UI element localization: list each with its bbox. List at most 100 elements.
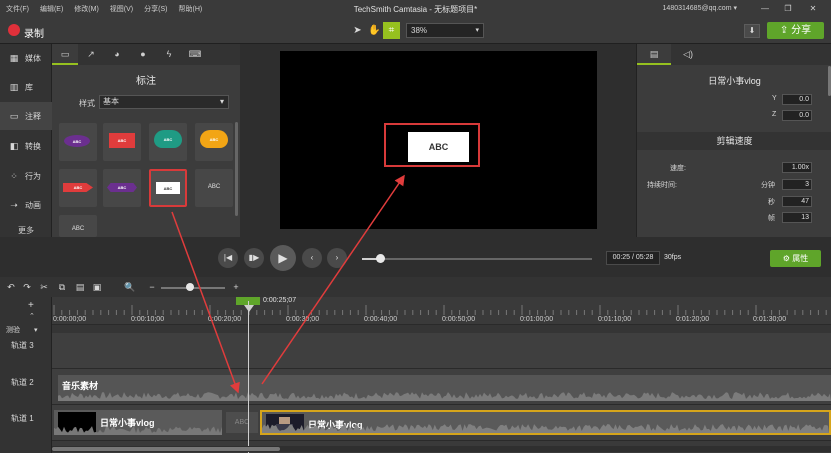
zoom-out-icon[interactable]: −	[146, 281, 158, 293]
record-dot-icon[interactable]	[8, 24, 20, 36]
callout-tile-selected[interactable]: ABC	[149, 169, 187, 207]
callout-tile[interactable]: ABC	[149, 123, 187, 161]
animation-icon: ➝	[10, 199, 18, 210]
step-forward-icon[interactable]: ▮▶	[244, 248, 264, 268]
scrollbar[interactable]	[235, 122, 238, 216]
scrollbar-thumb[interactable]	[52, 447, 280, 451]
paste-icon[interactable]: ▤	[74, 281, 86, 293]
share-button[interactable]: ⇪ 分享	[767, 22, 824, 39]
sketch-tab-icon[interactable]: ϟ	[156, 44, 182, 65]
record-button[interactable]: 录制	[24, 25, 44, 40]
callout-tile[interactable]: ABC	[59, 215, 97, 237]
quiz-track-header[interactable]: 测验 ▾	[0, 325, 52, 335]
gear-icon: ⚙	[782, 254, 790, 263]
account-email: 1480314685@qq.com	[662, 5, 732, 12]
transition-icon: ◧	[9, 140, 19, 151]
rail-item-label: 库	[25, 82, 33, 92]
horizontal-scrollbar[interactable]	[52, 446, 831, 452]
zoom-in-icon[interactable]: +	[230, 281, 242, 293]
visual-properties-tab-icon[interactable]: ▤	[637, 44, 671, 65]
rail-item-media[interactable]: ▦ 媒体	[0, 44, 52, 72]
track-label-1: 轨道 1	[11, 414, 34, 423]
timeline-zoom-handle[interactable]	[185, 283, 194, 291]
rail-item-library[interactable]: ▥ 库	[0, 73, 52, 101]
add-track-button[interactable]: +	[0, 300, 52, 311]
style-select[interactable]: 基本 ▾	[99, 95, 229, 109]
fps-readout: 30fps	[664, 254, 682, 261]
close-button[interactable]: ✕	[807, 3, 819, 14]
playhead-line	[248, 301, 249, 453]
arrow-tab-icon[interactable]: ↗	[78, 44, 104, 65]
time-ruler[interactable]: 0:00:00;00 0:00:10;00 0:00:20;00 0:00:30…	[52, 297, 831, 325]
audio-waveform	[54, 426, 222, 435]
menu-help[interactable]: 帮助(H)	[178, 4, 202, 14]
menu-view[interactable]: 视图(V)	[110, 4, 133, 14]
zoom-icon[interactable]: 🔍	[124, 281, 136, 293]
zoom-select[interactable]: 38% ▾	[406, 23, 484, 38]
copy-icon[interactable]: ⧉	[56, 281, 68, 293]
callout-tile[interactable]: ABC	[195, 169, 233, 207]
pan-tool-icon[interactable]: ✋	[366, 22, 383, 39]
rail-item-transitions[interactable]: ◧ 转换	[0, 132, 52, 160]
minutes-field[interactable]: 3	[782, 179, 812, 190]
rail-more-button[interactable]: 更多	[0, 225, 52, 237]
rail-item-annotations[interactable]: ▭ 注释	[0, 102, 52, 130]
speed-field[interactable]: 1.00x	[782, 162, 812, 173]
account-menu[interactable]: 1480314685@qq.com ▾	[663, 4, 737, 12]
rail-item-animations[interactable]: ➝ 动画	[0, 191, 52, 219]
video-clip[interactable]: 日常小事vlog	[54, 410, 222, 435]
restore-button[interactable]: ❐	[782, 3, 794, 14]
menu-file[interactable]: 文件(F)	[6, 4, 29, 14]
speed-label: 速度:	[670, 165, 686, 172]
minimize-button[interactable]: —	[759, 3, 771, 14]
y-field[interactable]: 0.0	[782, 94, 812, 105]
panel-title: 标注	[136, 76, 156, 87]
split-icon[interactable]: ▣	[91, 281, 103, 293]
scrub-bar[interactable]	[362, 258, 592, 260]
blur-tab-icon[interactable]: ●	[130, 44, 156, 65]
behavior-icon: ⁘	[10, 170, 18, 181]
properties-button-label: 属性	[792, 254, 809, 263]
shape-tab-icon[interactable]: ◕	[104, 44, 130, 65]
crop-tool-icon[interactable]: ⌗	[383, 22, 400, 39]
redo-icon[interactable]: ↷	[21, 281, 33, 293]
callout-tab-icon[interactable]: ▭	[52, 44, 78, 65]
cut-icon[interactable]: ✂	[38, 281, 50, 293]
seconds-field[interactable]: 47	[782, 196, 812, 207]
previous-icon[interactable]: |◀	[218, 248, 238, 268]
properties-button[interactable]: ⚙ 属性	[770, 250, 821, 267]
audio-properties-tab-icon[interactable]: ◁)	[671, 44, 705, 65]
callout-tile[interactable]: ABC	[59, 169, 97, 207]
track-lane-3[interactable]	[52, 333, 831, 369]
tick-label: 0:01:00;00	[520, 316, 554, 323]
callout-tile[interactable]: ABC	[103, 123, 141, 161]
duration-label: 持续时间:	[647, 182, 677, 189]
play-icon[interactable]: ▶	[270, 245, 296, 271]
download-icon[interactable]: ⬇	[744, 24, 760, 38]
timeline: + ⌃ 测验 ▾ 轨道 3 轨道 2 轨道 1 0:00:00;00 0:00:…	[0, 297, 831, 453]
forward-icon[interactable]: ›	[327, 248, 347, 268]
frames-field[interactable]: 13	[782, 212, 812, 223]
collapse-icon[interactable]: ⌃	[0, 312, 52, 320]
z-field[interactable]: 0.0	[782, 110, 812, 121]
time-readout: 00:25 / 05:28	[606, 251, 660, 265]
audio-clip[interactable]: 音乐素材	[58, 375, 831, 401]
menu-share[interactable]: 分享(S)	[144, 4, 167, 14]
marker-band[interactable]	[52, 325, 831, 333]
callout-clip[interactable]: ABC	[226, 412, 258, 433]
callout-tile[interactable]: ABC	[59, 123, 97, 161]
undo-icon[interactable]: ↶	[5, 281, 17, 293]
rail-item-behaviors[interactable]: ⁘ 行为	[0, 162, 52, 190]
video-clip-selected[interactable]: 日常小事vlog	[260, 410, 831, 435]
callout-tile[interactable]: ABC	[195, 123, 233, 161]
menu-modify[interactable]: 修改(M)	[74, 4, 99, 14]
chevron-down-icon: ▾	[33, 327, 38, 334]
select-tool-icon[interactable]: ➤	[349, 22, 366, 39]
back-icon[interactable]: ‹	[302, 248, 322, 268]
callout-tile[interactable]: ABC	[103, 169, 141, 207]
menu-edit[interactable]: 编辑(E)	[40, 4, 63, 14]
callout-preview: ABC	[107, 183, 137, 192]
keystroke-tab-icon[interactable]: ⌨	[182, 44, 208, 65]
seconds-label: 秒	[768, 199, 775, 206]
scrub-handle[interactable]	[375, 254, 385, 263]
